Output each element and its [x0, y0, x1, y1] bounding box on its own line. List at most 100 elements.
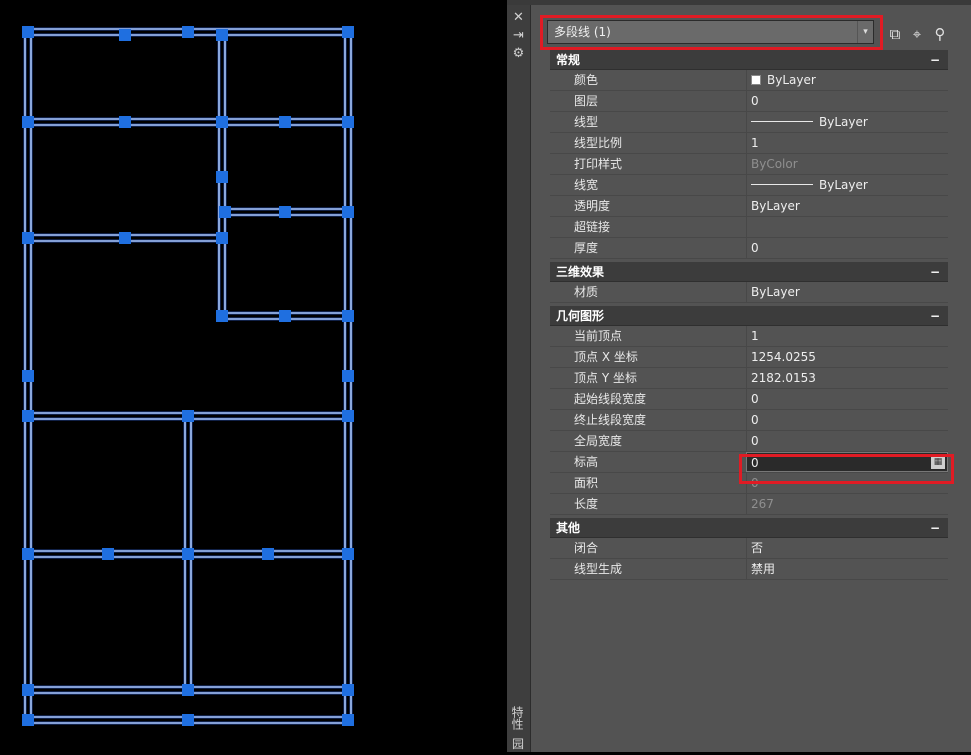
grip-handle[interactable]	[22, 370, 34, 382]
property-row-linetype-generation[interactable]: 线型生成 禁用	[550, 559, 948, 580]
close-icon[interactable]: ✕	[507, 10, 530, 26]
grip-handle[interactable]	[182, 26, 194, 38]
grip-handle[interactable]	[22, 410, 34, 422]
property-row-linetype-scale[interactable]: 线型比例 1	[550, 133, 948, 154]
grip-handle[interactable]	[22, 548, 34, 560]
collapse-icon[interactable]: −	[930, 50, 940, 70]
section-general[interactable]: 常规 −	[550, 50, 948, 70]
property-row-global-width[interactable]: 全局宽度 0	[550, 431, 948, 452]
property-row-closed[interactable]: 闭合 否	[550, 538, 948, 559]
property-value[interactable]: 1	[746, 133, 948, 153]
select-objects-icon[interactable]: ⌖	[906, 23, 928, 45]
property-row-layer[interactable]: 图层 0	[550, 91, 948, 112]
grip-handle[interactable]	[182, 410, 194, 422]
grip-handle[interactable]	[216, 310, 228, 322]
grip-handle[interactable]	[262, 548, 274, 560]
section-geometry[interactable]: 几何图形 −	[550, 306, 948, 326]
grip-handle[interactable]	[342, 684, 354, 696]
property-row-end-width[interactable]: 终止线段宽度 0	[550, 410, 948, 431]
grip-handle[interactable]	[342, 206, 354, 218]
property-value[interactable]: ByLayer	[746, 70, 948, 90]
grip-handle[interactable]	[342, 310, 354, 322]
palette-title-bar[interactable]: ✕ ⇥ ⚙ 特性 园	[507, 5, 531, 752]
property-row-length[interactable]: 长度 267	[550, 494, 948, 515]
property-row-vertex-y[interactable]: 顶点 Y 坐标 2182.0153	[550, 368, 948, 389]
property-value[interactable]	[746, 217, 948, 237]
chevron-down-icon[interactable]: ▾	[857, 21, 873, 43]
property-name: 材质	[574, 285, 599, 299]
grip-handle[interactable]	[22, 116, 34, 128]
grip-handle[interactable]	[22, 684, 34, 696]
property-value[interactable]: 0	[746, 238, 948, 258]
property-value[interactable]: 0	[746, 389, 948, 409]
grip-handle[interactable]	[342, 116, 354, 128]
property-row-plot-style[interactable]: 打印样式 ByColor	[550, 154, 948, 175]
palette-bottom-label: 园	[511, 737, 524, 751]
auto-hide-icon[interactable]: ⇥	[507, 28, 530, 44]
grip-handle[interactable]	[342, 26, 354, 38]
property-value[interactable]: 0	[746, 431, 948, 451]
grip-handle[interactable]	[22, 26, 34, 38]
property-name: 打印样式	[574, 157, 623, 171]
property-row-hyperlink[interactable]: 超链接	[550, 217, 948, 238]
toggle-pickadd-icon[interactable]: ⧉	[884, 23, 906, 45]
grip-handle[interactable]	[216, 29, 228, 41]
property-row-transparency[interactable]: 透明度 ByLayer	[550, 196, 948, 217]
property-row-linetype[interactable]: 线型 ByLayer	[550, 112, 948, 133]
drawing-canvas[interactable]	[0, 0, 507, 752]
grip-handle[interactable]	[216, 232, 228, 244]
property-row-current-vertex[interactable]: 当前顶点 1	[550, 326, 948, 347]
property-value[interactable]: 0	[746, 91, 948, 111]
property-row-elevation[interactable]: 标高 0 ▦	[550, 452, 948, 473]
quick-select-icon[interactable]: ⚲	[929, 23, 951, 45]
collapse-icon[interactable]: −	[930, 306, 940, 326]
grip-handle[interactable]	[182, 714, 194, 726]
grip-handle[interactable]	[119, 116, 131, 128]
property-value[interactable]: 否	[746, 538, 948, 558]
grip-handle[interactable]	[22, 714, 34, 726]
property-value[interactable]: 2182.0153	[746, 368, 948, 388]
grip-handle[interactable]	[119, 29, 131, 41]
grip-handle[interactable]	[279, 310, 291, 322]
property-row-vertex-x[interactable]: 顶点 X 坐标 1254.0255	[550, 347, 948, 368]
collapse-icon[interactable]: −	[930, 518, 940, 538]
property-value[interactable]: 禁用	[746, 559, 948, 579]
property-row-lineweight[interactable]: 线宽 ByLayer	[550, 175, 948, 196]
calculator-icon[interactable]: ▦	[931, 455, 945, 469]
object-type-dropdown[interactable]: 多段线 (1) ▾	[547, 20, 874, 44]
property-value[interactable]: ByLayer	[746, 282, 948, 302]
floor-plan-drawing[interactable]	[0, 0, 507, 752]
grip-handle[interactable]	[216, 116, 228, 128]
grip-handle[interactable]	[279, 206, 291, 218]
property-row-color[interactable]: 颜色 ByLayer	[550, 70, 948, 91]
property-value[interactable]: 1254.0255	[746, 347, 948, 367]
grip-handle[interactable]	[22, 232, 34, 244]
property-value[interactable]: ByLayer	[746, 196, 948, 216]
grip-handle[interactable]	[342, 714, 354, 726]
property-row-area[interactable]: 面积 0	[550, 473, 948, 494]
grip-handle[interactable]	[342, 410, 354, 422]
property-value[interactable]: ByLayer	[746, 175, 948, 195]
collapse-icon[interactable]: −	[930, 262, 940, 282]
grip-handle[interactable]	[102, 548, 114, 560]
property-row-start-width[interactable]: 起始线段宽度 0	[550, 389, 948, 410]
palette-settings-icon[interactable]: ⚙	[507, 46, 530, 62]
elevation-input[interactable]: 0 ▦	[746, 452, 948, 472]
grip-handle[interactable]	[182, 548, 194, 560]
property-row-thickness[interactable]: 厚度 0	[550, 238, 948, 259]
property-value[interactable]: ByLayer	[746, 112, 948, 132]
property-value[interactable]: 1	[746, 326, 948, 346]
section-3d-effects[interactable]: 三维效果 −	[550, 262, 948, 282]
grip-handle[interactable]	[342, 548, 354, 560]
grip-handle[interactable]	[182, 684, 194, 696]
property-value[interactable]: 0	[746, 410, 948, 430]
grip-handle[interactable]	[216, 171, 228, 183]
grip-handle[interactable]	[219, 206, 231, 218]
property-name: 标高	[574, 455, 599, 469]
section-misc[interactable]: 其他 −	[550, 518, 948, 538]
grip-handle[interactable]	[342, 370, 354, 382]
property-row-material[interactable]: 材质 ByLayer	[550, 282, 948, 303]
grip-handle[interactable]	[119, 232, 131, 244]
elevation-value: 0	[751, 456, 759, 470]
grip-handle[interactable]	[279, 116, 291, 128]
